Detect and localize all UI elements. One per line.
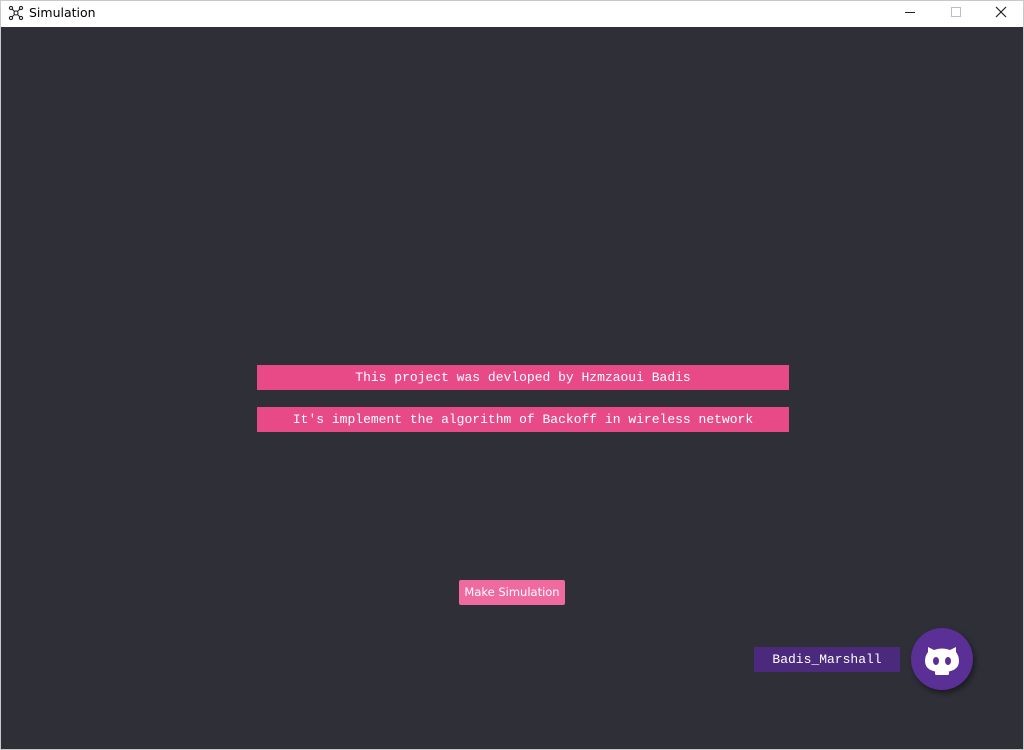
developer-banner: This project was devloped by Hzmzaoui Ba…	[257, 365, 789, 390]
network-icon	[8, 5, 24, 21]
github-avatar[interactable]	[911, 628, 973, 690]
username-tag: Badis_Marshall	[754, 647, 900, 672]
maximize-button[interactable]	[933, 1, 979, 25]
close-icon	[995, 6, 1007, 18]
title-bar[interactable]: Simulation	[1, 1, 1023, 27]
github-octocat-icon	[925, 647, 959, 675]
maximize-icon	[951, 7, 961, 17]
make-simulation-button[interactable]: Make Simulation	[459, 580, 565, 605]
minimize-button[interactable]	[887, 1, 933, 25]
window-title: Simulation	[29, 5, 96, 20]
close-button[interactable]	[978, 1, 1023, 25]
description-banner: It's implement the algorithm of Backoff …	[257, 407, 789, 432]
app-window: Simulation This project was devloped by …	[0, 0, 1024, 750]
minimize-icon	[905, 12, 915, 13]
main-panel: This project was devloped by Hzmzaoui Ba…	[1, 27, 1023, 749]
